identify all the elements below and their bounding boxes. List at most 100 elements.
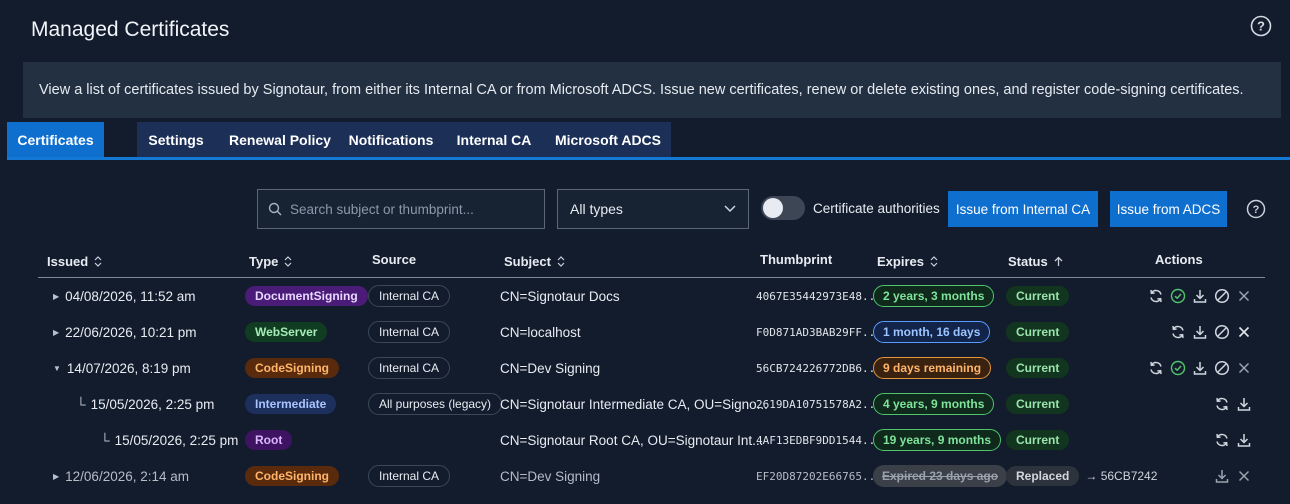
type-filter-select[interactable]: All types	[557, 189, 749, 229]
tab-internal-ca[interactable]: Internal CA	[449, 122, 539, 157]
table-row[interactable]: ▶ 04/08/2026, 11:52 am DocumentSigning I…	[0, 278, 1290, 314]
approve-icon[interactable]	[1170, 360, 1186, 376]
tab-notifications[interactable]: Notifications	[345, 122, 437, 157]
column-header-status[interactable]: Status	[1008, 254, 1063, 269]
tab-certificates[interactable]: Certificates	[7, 122, 104, 157]
page-title: Managed Certificates	[31, 18, 230, 41]
status-cell: Replaced → 56CB7242	[1006, 458, 1157, 494]
help-icon[interactable]: ?	[1246, 199, 1266, 219]
sort-icon	[94, 256, 102, 267]
expand-caret-icon[interactable]: ▶	[53, 292, 59, 301]
issue-adcs-button[interactable]: Issue from ADCS	[1110, 191, 1227, 227]
status-badge: Current	[1006, 322, 1070, 342]
revoke-icon[interactable]	[1214, 288, 1230, 304]
renew-icon[interactable]	[1170, 324, 1186, 340]
expires-badge: 19 years, 9 months	[873, 429, 1002, 451]
download-icon[interactable]	[1192, 288, 1208, 304]
tab-renewal-policy[interactable]: Renewal Policy	[215, 122, 345, 157]
source-badge: Internal CA	[368, 357, 451, 379]
expires-cell: 4 years, 9 months	[873, 386, 995, 422]
source-cell: Internal CA	[368, 350, 451, 386]
source-badge: Internal CA	[368, 285, 451, 307]
search-input[interactable]	[290, 201, 530, 217]
renew-icon[interactable]	[1148, 288, 1164, 304]
sort-icon	[557, 256, 565, 267]
row-actions	[1214, 458, 1252, 494]
table-row[interactable]: └ 15/05/2026, 2:25 pm Intermediate All p…	[0, 386, 1290, 422]
subject-cell: CN=Signotaur Root CA, OU=Signotaur Int..…	[500, 432, 764, 448]
replaced-by-link[interactable]: → 56CB7242	[1085, 469, 1157, 483]
column-header-thumbprint: Thumbprint	[760, 252, 832, 267]
column-header-subject[interactable]: Subject	[504, 254, 565, 269]
row-actions	[1148, 278, 1252, 314]
revoke-icon[interactable]	[1214, 324, 1230, 340]
source-cell: All purposes (legacy)	[368, 386, 503, 422]
type-cell: CodeSigning	[245, 350, 339, 386]
expires-badge: 4 years, 9 months	[873, 393, 995, 415]
header-label: Issued	[47, 254, 89, 269]
download-icon[interactable]	[1236, 432, 1252, 448]
expires-cell: 1 month, 16 days	[873, 314, 991, 350]
type-filter-value: All types	[570, 201, 623, 217]
status-cell: Current	[1006, 278, 1070, 314]
expires-cell: Expired 23 days ago	[873, 458, 1008, 494]
svg-text:?: ?	[1257, 19, 1265, 34]
renew-icon[interactable]	[1214, 396, 1230, 412]
download-icon[interactable]	[1192, 360, 1208, 376]
header-label: Subject	[504, 254, 551, 269]
type-cell: WebServer	[245, 314, 328, 350]
thumbprint-cell: 4067E35442973E48...	[756, 289, 882, 303]
renew-icon[interactable]	[1148, 360, 1164, 376]
collapse-caret-icon[interactable]: ▼	[53, 364, 61, 373]
issued-date: 15/05/2026, 2:25 pm	[114, 432, 239, 448]
column-header-expires[interactable]: Expires	[877, 254, 938, 269]
delete-icon[interactable]	[1236, 288, 1252, 304]
thumbprint-cell: 56CB724226772DB6...	[756, 361, 882, 375]
renew-icon[interactable]	[1214, 432, 1230, 448]
sort-icon	[930, 256, 938, 267]
header-label: Status	[1008, 254, 1048, 269]
column-header-actions: Actions	[1155, 252, 1203, 267]
expires-badge: Expired 23 days ago	[873, 465, 1008, 487]
delete-icon[interactable]	[1236, 468, 1252, 484]
type-badge: CodeSigning	[245, 466, 339, 486]
table-row[interactable]: ▶ 12/06/2026, 2:14 am CodeSigning Intern…	[0, 458, 1290, 494]
status-cell: Current	[1006, 386, 1070, 422]
tab-settings[interactable]: Settings	[137, 122, 215, 157]
issue-internal-ca-button[interactable]: Issue from Internal CA	[948, 191, 1098, 227]
approve-icon[interactable]	[1170, 288, 1186, 304]
issued-date: 14/07/2026, 8:19 pm	[66, 360, 191, 376]
table-row[interactable]: └ 15/05/2026, 2:25 pm Root CN=Signotaur …	[0, 422, 1290, 458]
type-cell: DocumentSigning	[245, 278, 368, 314]
issued-cell: ▶ 12/06/2026, 2:14 am	[53, 458, 189, 494]
expand-caret-icon[interactable]: ▶	[53, 472, 59, 481]
column-header-issued[interactable]: Issued	[47, 254, 102, 269]
source-cell: Internal CA	[368, 314, 451, 350]
header-label: Actions	[1155, 252, 1203, 267]
table-row[interactable]: ▶ 22/06/2026, 10:21 pm WebServer Interna…	[0, 314, 1290, 350]
issued-cell: ▼ 14/07/2026, 8:19 pm	[53, 350, 191, 386]
download-icon[interactable]	[1192, 324, 1208, 340]
expires-badge: 1 month, 16 days	[873, 321, 991, 343]
type-cell: CodeSigning	[245, 458, 339, 494]
expires-cell: 19 years, 9 months	[873, 422, 1002, 458]
banner-text: View a list of certificates issued by Si…	[39, 82, 1244, 98]
expand-caret-icon[interactable]: ▶	[53, 328, 59, 337]
help-icon[interactable]: ?	[1250, 15, 1272, 37]
download-icon[interactable]	[1214, 468, 1230, 484]
certificate-authorities-toggle[interactable]	[761, 196, 805, 220]
status-badge: Current	[1006, 394, 1070, 414]
delete-icon[interactable]	[1236, 360, 1252, 376]
tab-microsoft-adcs[interactable]: Microsoft ADCS	[545, 122, 671, 157]
source-badge: Internal CA	[368, 321, 451, 343]
delete-icon[interactable]	[1236, 324, 1252, 340]
table-row[interactable]: ▼ 14/07/2026, 8:19 pm CodeSigning Intern…	[0, 350, 1290, 386]
row-actions	[1214, 422, 1252, 458]
revoke-icon[interactable]	[1214, 360, 1230, 376]
svg-text:?: ?	[1253, 204, 1260, 216]
status-badge: Current	[1006, 358, 1070, 378]
download-icon[interactable]	[1236, 396, 1252, 412]
status-badge: Current	[1006, 430, 1070, 450]
column-header-type[interactable]: Type	[249, 254, 292, 269]
header-label: Source	[372, 252, 417, 267]
